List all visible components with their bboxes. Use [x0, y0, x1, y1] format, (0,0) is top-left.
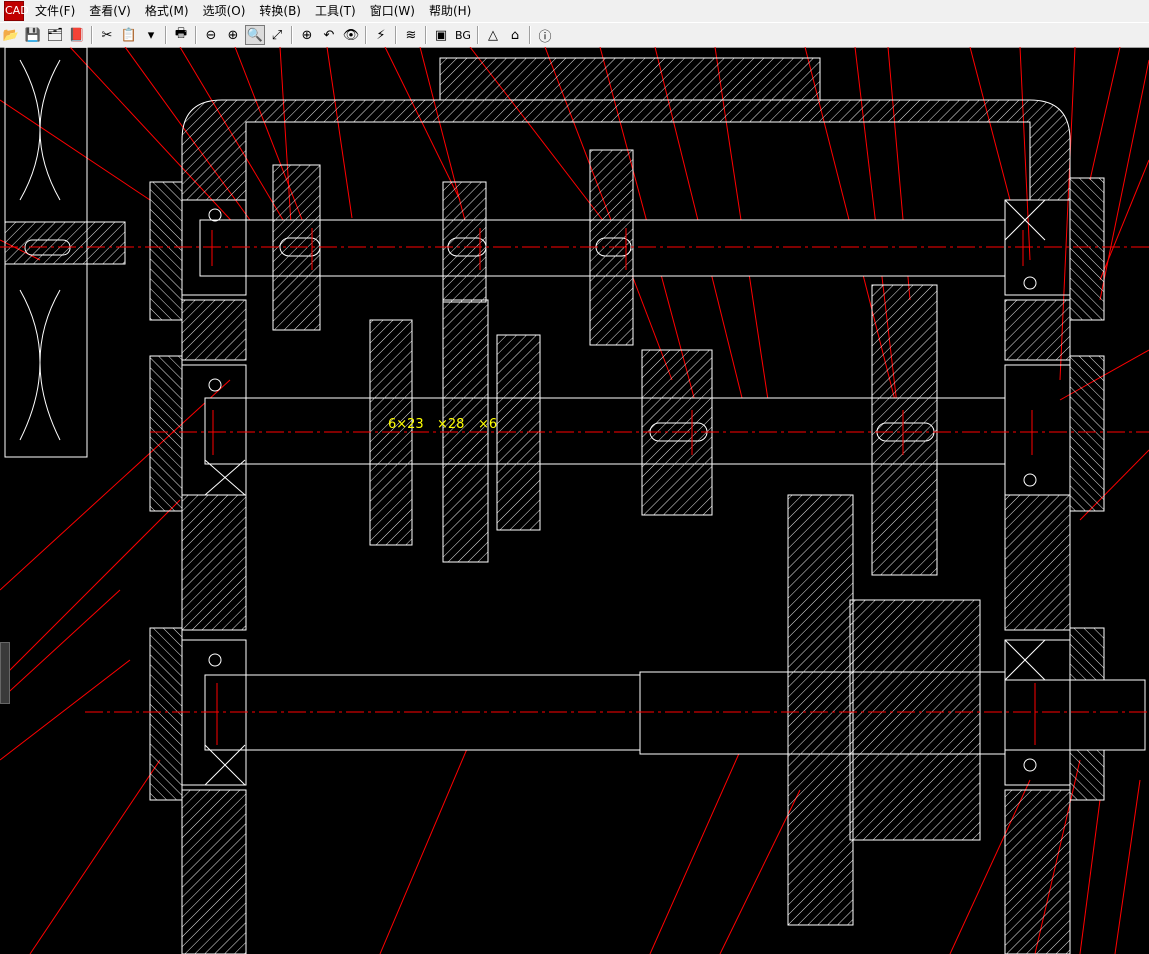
zoom-out-icon[interactable]: ⊖ [201, 25, 221, 45]
open-icon[interactable]: 📂 [1, 25, 21, 45]
copy-icon[interactable]: 📋 [119, 25, 139, 45]
toolbar-separator [365, 26, 367, 44]
zoom-all-icon[interactable]: ⊕ [297, 25, 317, 45]
view-icon[interactable]: 👁 [341, 25, 361, 45]
app-icon[interactable]: CAD [4, 1, 29, 21]
frame-icon[interactable]: ▣ [431, 25, 451, 45]
drawing-canvas[interactable]: 6×23 ×28 ×6 [0, 47, 1149, 954]
dropdown-icon[interactable]: ▾ [141, 25, 161, 45]
toolbar: 📂 💾 🗂 📕 ✂ 📋 ▾ 🖶 ⊖ ⊕ 🔍 ⤢ ⊕ ↶ 👁 ⚡ ≋ ▣ BG △ ⌂ ⓘ [0, 22, 1149, 48]
cut-icon[interactable]: ✂ [97, 25, 117, 45]
menu-item-6[interactable]: 窗口(W) [363, 1, 422, 21]
menu-item-0[interactable]: 文件(F) [28, 1, 82, 21]
menu-item-2[interactable]: 格式(M) [138, 1, 196, 21]
save-icon[interactable]: 💾 [23, 25, 43, 45]
spline-label-part3: ×6 [478, 417, 497, 432]
zoom-in-icon[interactable]: ⊕ [223, 25, 243, 45]
print-icon[interactable]: 🖶 [171, 25, 191, 45]
menu-item-3[interactable]: 选项(O) [196, 1, 253, 21]
spline-label-part1: 6×23 [388, 417, 424, 432]
save-all-icon[interactable]: 🗂 [45, 25, 65, 45]
spline-annotation: 6×23 ×28 ×6 [388, 417, 497, 432]
toolbar-separator [529, 26, 531, 44]
layers-icon[interactable]: ≋ [401, 25, 421, 45]
info-icon[interactable]: ⓘ [535, 25, 555, 45]
flash-icon[interactable]: ⚡ [371, 25, 391, 45]
toolbar-separator [165, 26, 167, 44]
toolbar-separator [91, 26, 93, 44]
measure-icon[interactable]: △ [483, 25, 503, 45]
home-icon[interactable]: ⌂ [505, 25, 525, 45]
menu-item-4[interactable]: 转换(B) [252, 1, 308, 21]
export-icon[interactable]: 📕 [67, 25, 87, 45]
scroll-grip[interactable] [0, 642, 10, 704]
bg-button[interactable]: BG [453, 25, 473, 45]
toolbar-separator [395, 26, 397, 44]
menu-items: 文件(F) 查看(V) 格式(M) 选项(O) 转换(B) 工具(T) 窗口(W) 帮助(H) [28, 1, 478, 21]
toolbar-separator [477, 26, 479, 44]
menu-bar: CAD 文件(F) 查看(V) 格式(M) 选项(O) 转换(B) 工具(T) 窗口(W) 帮… [0, 0, 1149, 22]
toolbar-separator [425, 26, 427, 44]
zoom-realtime-icon[interactable]: ⤢ [267, 25, 287, 45]
pulley [4, 47, 126, 458]
menu-item-1[interactable]: 查看(V) [82, 1, 138, 21]
spline-label-part2: ×28 [437, 417, 464, 432]
toolbar-separator [291, 26, 293, 44]
zoom-previous-icon[interactable]: ↶ [319, 25, 339, 45]
toolbar-separator [195, 26, 197, 44]
menu-item-7[interactable]: 帮助(H) [422, 1, 478, 21]
menu-item-5[interactable]: 工具(T) [308, 1, 363, 21]
zoom-window-icon[interactable]: 🔍 [245, 25, 265, 45]
